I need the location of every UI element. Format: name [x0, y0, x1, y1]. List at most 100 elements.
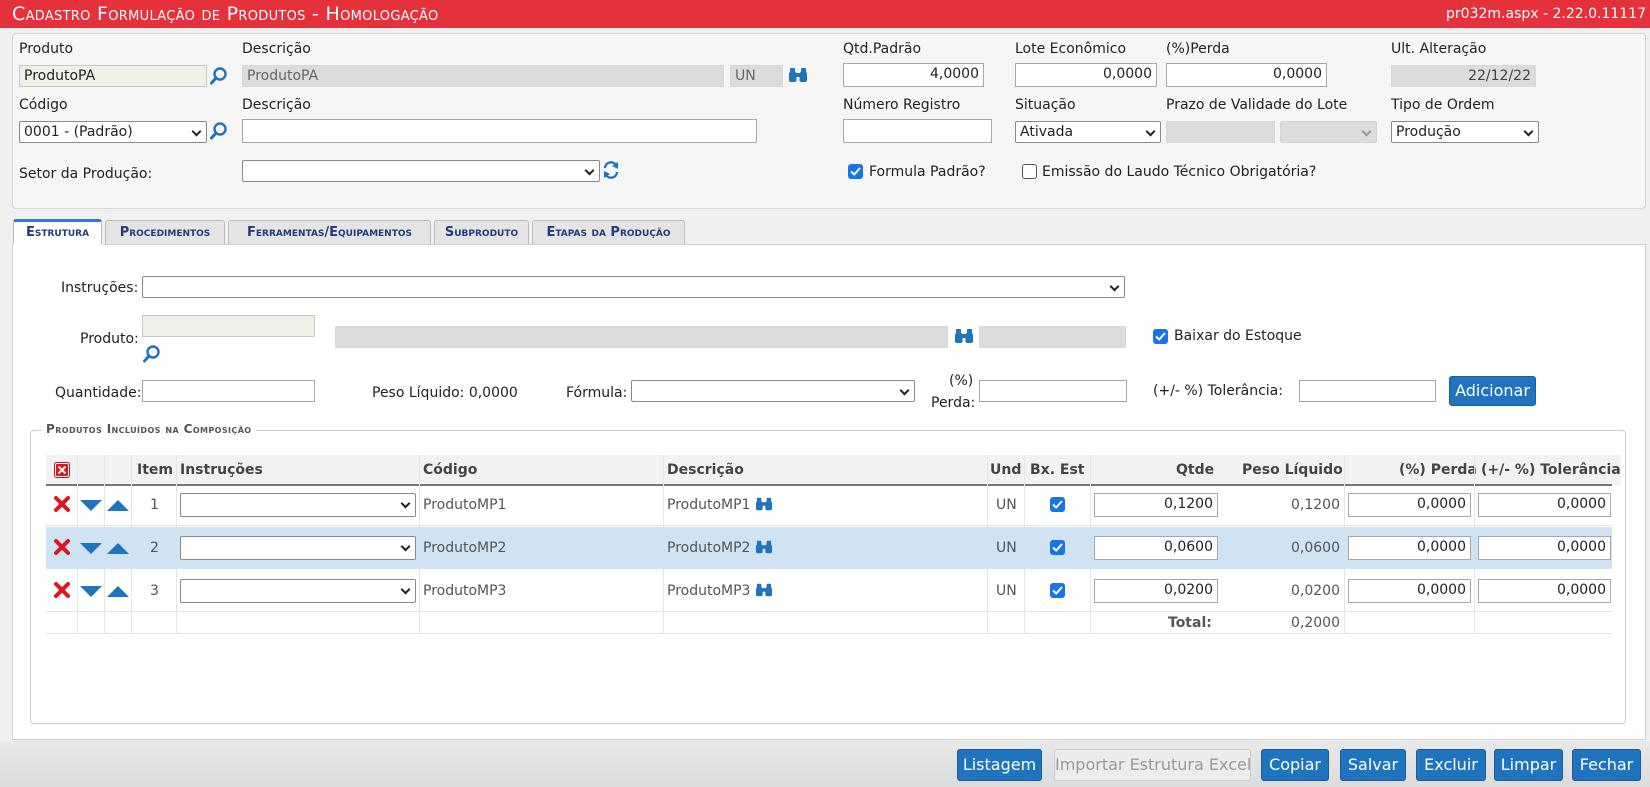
row-instrucoes-select[interactable] [180, 536, 416, 560]
tab-subproduto[interactable]: Subproduto [434, 220, 529, 245]
row-qtde-field[interactable]: 0,0200 [1094, 579, 1218, 603]
ult-alteracao-label: Ult. Alteração [1391, 41, 1487, 57]
row-codigo: ProdutoMP1 [423, 497, 507, 513]
lote-economico-field[interactable]: 0,0000 [1015, 63, 1157, 87]
fechar-button[interactable]: Fechar [1572, 749, 1641, 781]
binoculars-icon[interactable] [755, 496, 773, 512]
delete-x-icon[interactable] [53, 581, 71, 599]
situacao-select[interactable]: Ativada [1015, 121, 1161, 143]
arrow-down-icon[interactable] [80, 542, 102, 555]
row-bx-est-checkbox[interactable] [1050, 540, 1065, 555]
prazo-validade-field [1166, 121, 1275, 143]
binoculars-icon[interactable] [954, 327, 974, 345]
prazo-validade-select [1280, 121, 1377, 143]
perda-field[interactable]: 0,0000 [1166, 63, 1327, 87]
row-perda-field[interactable]: 0,0000 [1348, 536, 1471, 560]
arrow-down-icon[interactable] [80, 499, 102, 512]
setor-label: Setor da Produção: [19, 166, 153, 182]
row-instrucoes-select[interactable] [180, 579, 416, 603]
row-bx-est-checkbox[interactable] [1050, 497, 1065, 512]
row-tolerancia-field[interactable]: 0,0000 [1478, 536, 1611, 560]
col-codigo: Código [423, 455, 478, 485]
produto-form-label: Produto: [80, 331, 139, 347]
baixar-estoque-checkbox[interactable] [1153, 329, 1168, 344]
arrow-down-icon[interactable] [80, 585, 102, 598]
limpar-button[interactable]: Limpar [1494, 749, 1563, 781]
col-item: Item [137, 455, 173, 485]
delete-x-icon[interactable] [53, 538, 71, 556]
composicao-title: Produtos Incluídos na Composição [42, 422, 256, 436]
row-perda-field[interactable]: 0,0000 [1348, 579, 1471, 603]
row-descricao: ProdutoMP2 [667, 540, 751, 556]
qtd-padrao-label: Qtd.Padrão [843, 41, 922, 57]
numero-registro-field[interactable] [843, 119, 992, 143]
salvar-button[interactable]: Salvar [1340, 749, 1406, 781]
laudo-checkbox[interactable] [1022, 164, 1037, 179]
row-qtde-field[interactable]: 0,0600 [1094, 536, 1218, 560]
col-qtde: Qtde [1176, 455, 1215, 485]
tipo-ordem-label: Tipo de Ordem [1391, 97, 1495, 113]
row-qtde-field[interactable]: 0,1200 [1094, 493, 1218, 517]
col-perda: (%) Perda [1399, 455, 1477, 485]
tab-etapas-producao[interactable]: Etapas da Produção [532, 220, 685, 245]
quantidade-label: Quantidade: [55, 385, 142, 401]
quantidade-field[interactable] [142, 380, 315, 402]
chevron-down-icon [1109, 281, 1120, 292]
tab-procedimentos[interactable]: Procedimentos [105, 220, 225, 245]
version-label: pr032m.aspx - 2.22.0.11117 [1446, 6, 1646, 22]
situacao-select-value: Ativada [1020, 124, 1074, 140]
delete-all-icon[interactable] [54, 462, 70, 478]
produto-form-field[interactable] [142, 315, 315, 337]
formula-padrao-checkbox[interactable] [848, 164, 863, 179]
magnifier-icon[interactable] [209, 121, 229, 141]
row-bx-est-checkbox[interactable] [1050, 583, 1065, 598]
importar-estrutura-button[interactable]: Importar Estrutura Excel [1054, 749, 1251, 781]
binoculars-icon[interactable] [788, 66, 808, 84]
perda-form-field[interactable] [979, 380, 1127, 402]
chevron-down-icon [400, 498, 411, 509]
descricao-field: ProdutoPA [242, 65, 724, 87]
listagem-button[interactable]: Listagem [957, 749, 1042, 781]
arrow-up-icon[interactable] [107, 585, 129, 598]
instrucoes-label: Instruções: [61, 280, 139, 296]
instrucoes-select[interactable] [142, 276, 1125, 298]
col-und: Und [990, 455, 1022, 485]
excluir-button[interactable]: Excluir [1416, 749, 1486, 781]
descricao2-label: Descrição [242, 97, 311, 113]
refresh-icon[interactable] [602, 160, 620, 180]
descricao2-field[interactable] [242, 119, 757, 143]
codigo-select[interactable]: 0001 - (Padrão) [19, 121, 207, 143]
produto-field[interactable]: ProdutoPA [19, 65, 207, 87]
binoculars-icon[interactable] [755, 539, 773, 555]
magnifier-icon[interactable] [142, 344, 162, 364]
binoculars-icon[interactable] [755, 582, 773, 598]
row-codigo: ProdutoMP2 [423, 540, 507, 556]
unidade-field: UN [730, 65, 783, 87]
row-tolerancia-field[interactable]: 0,0000 [1478, 579, 1611, 603]
tolerancia-label: (+/- %) Tolerância: [1153, 383, 1283, 399]
row-peso-liquido: 0,0200 [1291, 583, 1340, 599]
delete-x-icon[interactable] [53, 495, 71, 513]
prazo-validade-label: Prazo de Validade do Lote [1166, 97, 1348, 113]
total-value: 0,2000 [1291, 615, 1340, 631]
copiar-button[interactable]: Copiar [1261, 749, 1329, 781]
tipo-ordem-select[interactable]: Produção [1391, 121, 1539, 143]
row-instrucoes-select[interactable] [180, 493, 416, 517]
produto-unidade-field [979, 326, 1126, 348]
formula-select[interactable] [631, 380, 915, 402]
setor-select[interactable] [242, 160, 600, 182]
row-perda-field[interactable]: 0,0000 [1348, 493, 1471, 517]
total-row [46, 612, 1612, 634]
tab-ferramentas[interactable]: Ferramentas/Equipamentos [228, 220, 431, 245]
tolerancia-field[interactable] [1299, 380, 1436, 402]
adicionar-button[interactable]: Adicionar [1449, 376, 1536, 406]
row-tolerancia-field[interactable]: 0,0000 [1478, 493, 1611, 517]
arrow-up-icon[interactable] [107, 499, 129, 512]
row-und: UN [996, 497, 1017, 513]
qtd-padrao-field[interactable]: 4,0000 [843, 63, 984, 87]
tab-estrutura[interactable]: Estrutura [13, 219, 102, 246]
arrow-up-icon[interactable] [107, 542, 129, 555]
magnifier-icon[interactable] [209, 66, 229, 86]
col-descricao: Descrição [667, 455, 744, 485]
row-und: UN [996, 583, 1017, 599]
